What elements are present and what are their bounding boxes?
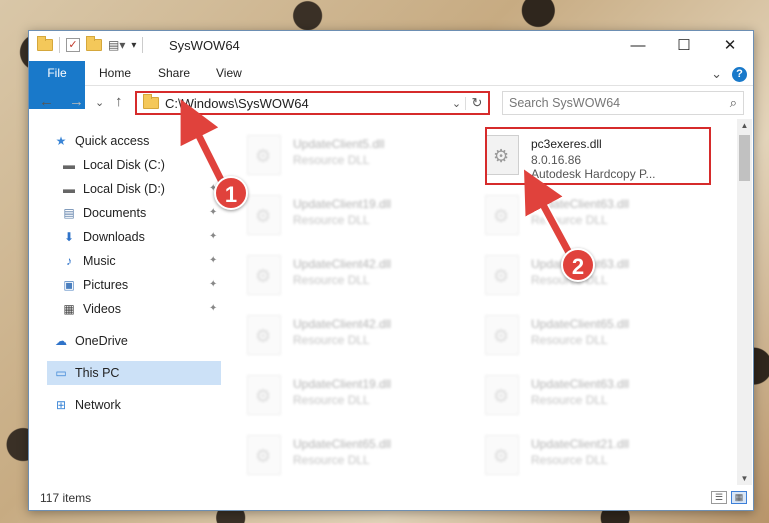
callout-one: 1 [214,176,248,210]
annotation-arrows [180,99,580,268]
callout-two: 2 [561,248,595,282]
